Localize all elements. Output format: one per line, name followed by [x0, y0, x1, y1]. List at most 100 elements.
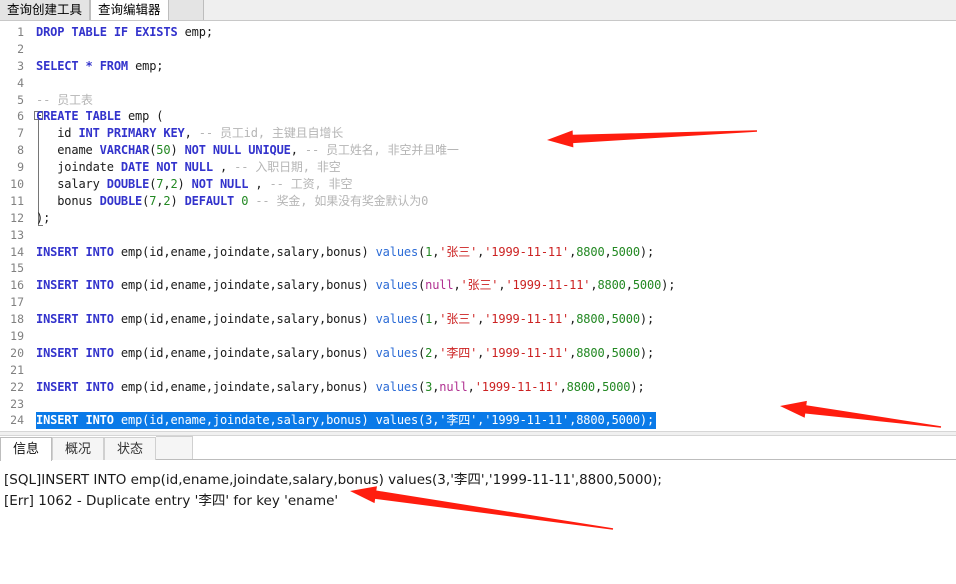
code-token: FROM — [99, 58, 128, 73]
code-token: '李四' — [439, 413, 478, 428]
code-token: 8800 — [566, 379, 595, 394]
sql-code-editor[interactable]: 1 DROP TABLE IF EXISTS emp; 2 3 SELECT * FR… — [0, 21, 956, 431]
code-token: 2 — [170, 177, 178, 192]
code-line[interactable]: 17 — [0, 294, 956, 311]
code-line[interactable]: 8 ename VARCHAR(50) NOT NULL UNIQUE, -- … — [0, 142, 956, 159]
editor-tab-bar: 查询创建工具 查询编辑器 — [0, 0, 956, 21]
code-token: INSERT — [36, 413, 79, 428]
code-line[interactable]: 22 INSERT INTO emp(id,ename,joindate,sala… — [0, 379, 956, 396]
code-token: NOT — [156, 160, 178, 175]
code-token: bonus — [36, 193, 100, 208]
code-token: values — [375, 413, 419, 428]
code-line[interactable]: 5 -- 员工表 — [0, 92, 956, 109]
code-token: joindate — [36, 160, 121, 175]
code-token: ) — [177, 177, 192, 192]
code-line[interactable]: 4 — [0, 75, 956, 92]
code-token: -- 员工表 — [36, 92, 93, 107]
code-token: INTO — [85, 244, 114, 259]
code-token: null — [425, 278, 454, 293]
code-text: INSERT INTO emp(id,ename,joindate,salary… — [36, 345, 654, 362]
code-line[interactable]: 14 INSERT INTO emp(id,ename,joindate,sala… — [0, 244, 956, 261]
code-line[interactable]: 20 INSERT INTO emp(id,ename,joindate,sala… — [0, 345, 956, 362]
line-number: 12 — [10, 210, 24, 225]
code-token: , — [453, 278, 461, 293]
code-token: TABLE — [71, 25, 107, 39]
code-token: INTO — [85, 413, 114, 428]
code-token: ) — [170, 143, 185, 158]
code-token: emp(id,ename,joindate,salary,bonus) — [113, 379, 376, 394]
code-line[interactable]: 24 INSERT INTO emp(id,ename,joindate,sala… — [0, 412, 956, 430]
code-token: INSERT — [36, 312, 79, 327]
code-token: TABLE — [85, 109, 122, 124]
code-line[interactable]: 2 — [0, 41, 956, 58]
code-token: ); — [639, 312, 655, 327]
code-token: '张三' — [460, 278, 499, 293]
line-number: 9 — [17, 160, 24, 175]
code-token: values — [375, 345, 419, 360]
code-line[interactable]: 11 bonus DOUBLE(7,2) DEFAULT 0 -- 奖金, 如果… — [0, 193, 956, 210]
tab-information[interactable]: 信息 — [0, 437, 53, 461]
code-line[interactable]: 9 joindate DATE NOT NULL , -- 入职日期, 非空 — [0, 159, 956, 176]
code-text: SELECT * FROM emp; — [36, 58, 164, 75]
code-token: ); — [639, 244, 655, 259]
line-number: 1 — [17, 25, 24, 39]
code-token: DOUBLE — [99, 193, 143, 208]
code-token: , — [625, 278, 633, 293]
code-line[interactable]: 23 — [0, 396, 956, 413]
code-token: emp ( — [120, 109, 164, 124]
line-number: 16 — [10, 278, 24, 293]
code-line[interactable]: 16 INSERT INTO emp(id,ename,joindate,sala… — [0, 277, 956, 294]
code-token: emp(id,ename,joindate,salary,bonus) — [113, 244, 376, 259]
line-number: 24 — [10, 413, 24, 428]
code-token: ); — [639, 413, 655, 428]
line-number: 6 — [17, 109, 24, 124]
code-line[interactable]: 13 — [0, 227, 956, 244]
code-token: emp; — [128, 58, 164, 73]
code-text: INSERT INTO emp(id,ename,joindate,salary… — [36, 379, 645, 396]
code-line[interactable]: 10 salary DOUBLE(7,2) NOT NULL , -- 工资, … — [0, 176, 956, 193]
message-log: [SQL]INSERT INTO emp(id,ename,joindate,s… — [0, 460, 956, 512]
code-token: INT — [78, 126, 100, 141]
line-number: 18 — [10, 312, 24, 327]
tab-query-builder[interactable]: 查询创建工具 — [0, 0, 91, 20]
code-token: -- 员工id, 主键且自增长 — [191, 126, 344, 141]
tab-query-editor[interactable]: 查询编辑器 — [90, 0, 169, 20]
code-token: id — [36, 126, 79, 141]
result-tab-bar-empty-area — [193, 437, 956, 460]
code-line[interactable]: 3 SELECT * FROM emp; — [0, 58, 956, 75]
code-token: , — [604, 413, 612, 428]
line-number: 5 — [17, 92, 24, 107]
code-line[interactable]: 6 CREATE TABLE emp ( — [0, 108, 956, 125]
code-token: INTO — [85, 278, 114, 293]
code-token: INTO — [85, 345, 114, 360]
tab-status[interactable]: 状态 — [104, 437, 157, 460]
tab-bar-filler — [168, 0, 204, 20]
code-token: INSERT — [36, 244, 79, 259]
code-line[interactable]: 7 id INT PRIMARY KEY, -- 员工id, 主键且自增长 — [0, 125, 956, 142]
code-token: '张三' — [439, 244, 478, 259]
line-number: 17 — [10, 295, 24, 310]
code-token: , — [248, 177, 263, 192]
code-token: NOT — [184, 143, 206, 158]
code-token: KEY — [163, 126, 185, 141]
code-token: -- 员工姓名, 非空并且唯一 — [297, 143, 459, 158]
code-line[interactable]: 19 — [0, 328, 956, 345]
tab-profile[interactable]: 概况 — [52, 437, 105, 460]
code-line[interactable]: 21 — [0, 362, 956, 379]
code-line-list: 1 DROP TABLE IF EXISTS emp; 2 3 SELECT * FR… — [0, 24, 956, 430]
code-token: '1999-11-11' — [484, 413, 570, 428]
result-tab-bar-filler — [156, 436, 194, 460]
code-line[interactable]: 1 DROP TABLE IF EXISTS emp; — [0, 24, 956, 41]
result-tab-bar: 信息 概况 状态 — [0, 436, 956, 461]
code-line[interactable]: 15 — [0, 260, 956, 277]
code-line[interactable]: 18 INSERT INTO emp(id,ename,joindate,sala… — [0, 311, 956, 328]
code-line[interactable]: 12); — [0, 210, 956, 227]
code-token: ) — [170, 193, 185, 208]
code-text: joindate DATE NOT NULL , -- 入职日期, 非空 — [36, 159, 341, 176]
